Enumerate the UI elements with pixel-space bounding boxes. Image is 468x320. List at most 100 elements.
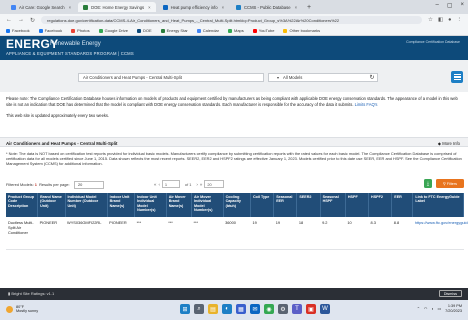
- last-page-icon[interactable]: »: [200, 182, 202, 187]
- column-header[interactable]: Brand Name (Outdoor Unit): [37, 193, 66, 217]
- store-icon[interactable]: ▦: [236, 304, 246, 314]
- new-tab-button[interactable]: +: [307, 4, 311, 11]
- column-header[interactable]: Individual Model Number (Outdoor Unit): [65, 193, 108, 217]
- minimize-icon[interactable]: –: [435, 2, 438, 9]
- browser-tab-active[interactable]: DOE: Home Energy Savings ×: [78, 2, 156, 12]
- file-explorer-icon[interactable]: ▤: [208, 304, 218, 314]
- edge-browser-icon[interactable]: ◐: [222, 304, 232, 314]
- column-header[interactable]: Cooling Capacity (btuh): [223, 193, 252, 217]
- close-window-icon[interactable]: ×: [460, 2, 464, 9]
- bookmark-item[interactable]: Facebook: [38, 28, 62, 33]
- profile-icon[interactable]: ●: [448, 17, 451, 23]
- volume-icon[interactable]: ◖: [431, 307, 433, 311]
- bookmark-icon: [252, 28, 257, 33]
- word-icon[interactable]: W: [320, 304, 330, 314]
- models-select[interactable]: ▾ All Models: [268, 73, 378, 82]
- table-cell: 9.2: [320, 217, 346, 250]
- extensions-icon[interactable]: ◧: [438, 17, 443, 23]
- dismiss-button[interactable]: Dismiss: [438, 290, 462, 297]
- close-icon[interactable]: ×: [148, 5, 150, 10]
- bookmark-item[interactable]: Other bookmarks: [283, 28, 320, 33]
- more-info-link[interactable]: ◆ More Info: [438, 141, 460, 146]
- table-cell: 8.8: [391, 217, 413, 250]
- chrome-icon[interactable]: ◉: [264, 304, 274, 314]
- photos-icon[interactable]: ▣: [306, 304, 316, 314]
- column-header[interactable]: Indoor Unit Individual Model Number(s): [134, 193, 167, 217]
- url-input[interactable]: regulations.doe.gov/certification-data/C…: [41, 16, 423, 24]
- close-icon[interactable]: ×: [222, 5, 224, 10]
- clock[interactable]: 1:39 PM 7/20/2023: [445, 304, 462, 313]
- column-header[interactable]: SEER2: [296, 193, 321, 217]
- column-header[interactable]: Coil Type: [250, 193, 275, 217]
- refresh-icon[interactable]: ↻: [366, 73, 378, 82]
- maximize-icon[interactable]: ▢: [447, 2, 453, 9]
- category-value: Air Conditioners and Heat Pumps - Centra…: [83, 75, 182, 80]
- hamburger-menu-icon[interactable]: [451, 71, 463, 83]
- column-header[interactable]: HSPF2: [368, 193, 393, 217]
- category-select[interactable]: Air Conditioners and Heat Pumps - Centra…: [78, 73, 264, 82]
- energyguide-link[interactable]: https://www.ftc.gov/energyguide: [412, 217, 468, 250]
- filters-button[interactable]: ⚲ Filters: [436, 179, 464, 188]
- results-controls: Filtered Models: 1 Results per page: 20 …: [6, 179, 464, 191]
- bookmark-item[interactable]: Energy Star: [160, 28, 188, 33]
- table-cell: 18: [296, 217, 321, 250]
- table-cell: ***: [166, 217, 192, 250]
- results-per-page-select[interactable]: 20: [74, 180, 104, 189]
- site-logo-subtitle: Renewable Energy: [50, 41, 101, 47]
- bookmark-item[interactable]: Calendar: [196, 28, 219, 33]
- start-icon[interactable]: ⊞: [180, 304, 190, 314]
- bookmark-item[interactable]: Maps: [227, 28, 244, 33]
- tab-label: Air Care: Google Search: [19, 4, 65, 10]
- site-header: ENERGY Renewable Energy APPLIANCE & EQUI…: [0, 36, 468, 60]
- chevron-up-icon[interactable]: ⌃: [417, 306, 420, 311]
- bookmark-item[interactable]: Photos: [71, 28, 90, 33]
- reload-icon[interactable]: ↻: [30, 17, 35, 24]
- prev-page-icon[interactable]: ‹: [158, 182, 159, 187]
- download-csv-button[interactable]: ⤓: [424, 179, 432, 188]
- browser-tab[interactable]: Air Care: Google Search ×: [6, 2, 76, 12]
- bookmark-item[interactable]: Google Drive: [98, 28, 128, 33]
- bookmark-item[interactable]: DOE: [136, 28, 152, 33]
- main-content: Please note: The Compliance Certificatio…: [6, 96, 462, 118]
- battery-icon[interactable]: ▭: [438, 306, 442, 311]
- back-icon[interactable]: ←: [6, 17, 12, 23]
- column-header[interactable]: EER: [391, 193, 414, 217]
- column-header[interactable]: Link to FTC EnergyGuide Label: [412, 193, 464, 217]
- column-header[interactable]: Air Mover Brand Name(s): [166, 193, 192, 217]
- tab-favicon-icon: [83, 4, 89, 10]
- update-notice: This web site is updated approximately e…: [6, 113, 110, 119]
- wifi-icon[interactable]: ◠: [424, 306, 427, 311]
- page-number-input[interactable]: 1: [161, 180, 180, 188]
- column-header[interactable]: Seasonal EER: [273, 193, 298, 217]
- weather-widget[interactable]: 80°F Mostly sunny: [6, 305, 38, 313]
- close-icon[interactable]: ×: [69, 5, 71, 10]
- page-of-label: of 1: [184, 181, 192, 187]
- bookmark-item[interactable]: YouTube: [252, 28, 274, 33]
- column-header[interactable]: Seasonal HSPF: [320, 193, 346, 217]
- next-page-icon[interactable]: ›: [196, 182, 197, 187]
- browser-tab[interactable]: CCMS - Public Database ×: [231, 2, 302, 12]
- limits-faq-link[interactable]: Limits FAQ's: [355, 102, 378, 107]
- first-page-icon[interactable]: «: [154, 182, 156, 187]
- mail-icon[interactable]: ✉: [250, 304, 260, 314]
- teams-icon[interactable]: T: [292, 304, 302, 314]
- browser-tab[interactable]: Heat pump efficiency info ×: [158, 2, 229, 12]
- table-cell: 19: [250, 217, 274, 250]
- page-size-select[interactable]: 20: [204, 180, 225, 188]
- bookmark-star-icon[interactable]: ☆: [428, 17, 433, 23]
- close-icon[interactable]: ×: [295, 5, 297, 10]
- bookmark-item[interactable]: Facebook: [6, 28, 30, 33]
- filter-bar: Air Conditioners and Heat Pumps - Centra…: [0, 60, 468, 92]
- table-row: Ductless Multi-Split Air Conditioner PIO…: [6, 217, 468, 250]
- settings-icon[interactable]: ⚙: [278, 304, 288, 314]
- table-cell: 10: [345, 217, 369, 250]
- menu-dots-icon[interactable]: ⋮: [457, 17, 463, 23]
- column-header[interactable]: Indoor Unit Brand Name(s): [107, 193, 136, 217]
- search-icon[interactable]: ⌕: [194, 304, 204, 314]
- column-header[interactable]: HSPF: [345, 193, 370, 217]
- column-header[interactable]: Product Group Code Description: [6, 193, 39, 217]
- column-header[interactable]: Air Mover Individual Model Number(s): [191, 193, 224, 217]
- forward-icon[interactable]: →: [18, 17, 24, 23]
- tab-favicon-icon: [236, 4, 242, 10]
- table-cell: WYS036GMFI22RL: [65, 217, 108, 250]
